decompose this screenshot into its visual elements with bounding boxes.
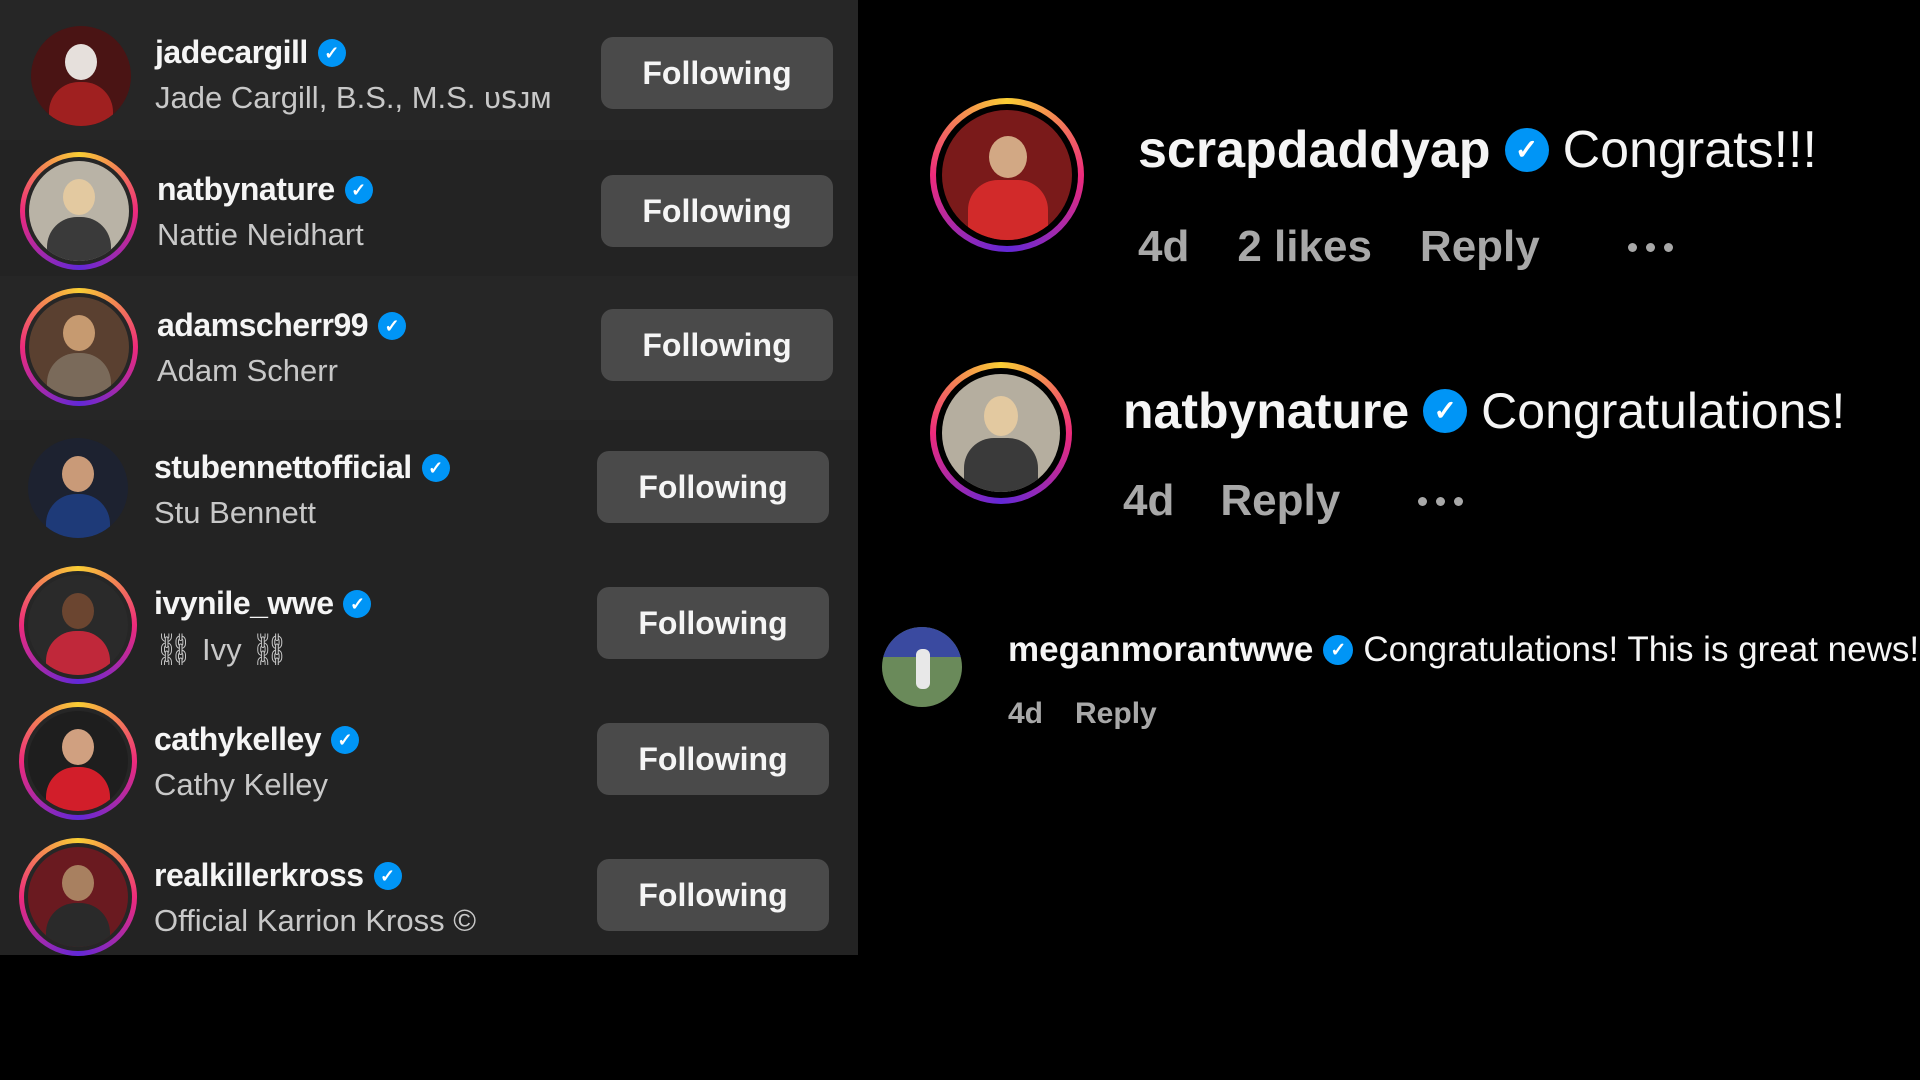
comment-age: 4d [1008, 697, 1044, 730]
account-full-name: Nattie Neidhart [157, 217, 364, 252]
avatar[interactable] [19, 429, 137, 547]
following-button[interactable]: Following [597, 723, 829, 795]
comment-age: 4d [1138, 222, 1190, 271]
list-item[interactable]: stubennettofficial ✓ Stu Bennett Followi… [0, 420, 858, 556]
avatar[interactable] [19, 702, 137, 820]
avatar[interactable] [930, 98, 1084, 252]
verified-badge-icon: ✓ [343, 589, 372, 618]
comment-handle[interactable]: scrapdaddyap [1138, 120, 1491, 180]
account-full-name: ⛓ Ivy ⛓ [154, 632, 290, 667]
verified-badge-icon: ✓ [1323, 635, 1354, 665]
more-options-icon[interactable] [1418, 496, 1464, 506]
avatar[interactable] [19, 566, 137, 684]
verified-badge-icon: ✓ [421, 453, 450, 482]
verified-badge-icon: ✓ [344, 175, 373, 204]
comment-age: 4d [1123, 476, 1175, 525]
following-button[interactable]: Following [601, 37, 833, 109]
comment-text: Congratulations! This is great news! [1363, 630, 1920, 669]
avatar[interactable] [20, 152, 138, 270]
avatar[interactable] [19, 838, 137, 956]
following-button[interactable]: Following [597, 859, 829, 931]
comment-handle[interactable]: meganmorantwwe [1008, 630, 1313, 670]
avatar[interactable] [930, 362, 1072, 504]
account-handle[interactable]: stubennettofficial [154, 449, 412, 486]
comment-handle[interactable]: natbynature [1123, 382, 1409, 440]
verified-badge-icon: ✓ [378, 311, 407, 340]
verified-badge-icon: ✓ [1423, 389, 1468, 433]
account-handle[interactable]: cathykelley [154, 721, 322, 758]
account-full-name: Jade Cargill, B.S., M.S. ᴜꜱᴊᴍ [155, 80, 552, 115]
account-full-name: Official Karrion Kross © [154, 903, 477, 938]
account-handle[interactable]: jadecargill [155, 34, 308, 71]
list-item[interactable]: ivynile_wwe ✓ ⛓ Ivy ⛓ Following [0, 556, 858, 692]
reply-button[interactable]: Reply [1420, 222, 1540, 272]
avatar[interactable] [20, 288, 138, 406]
following-button[interactable]: Following [597, 587, 829, 659]
list-item[interactable]: cathykelley ✓ Cathy Kelley Following [0, 692, 858, 828]
account-handle[interactable]: realkillerkross [154, 857, 364, 894]
account-handle[interactable]: ivynile_wwe [154, 585, 334, 622]
account-full-name: Cathy Kelley [154, 767, 329, 802]
list-item[interactable]: realkillerkross ✓ Official Karrion Kross… [0, 828, 858, 956]
avatar[interactable] [22, 17, 140, 135]
reply-button[interactable]: Reply [1075, 697, 1157, 731]
avatar[interactable] [882, 627, 962, 707]
verified-badge-icon: ✓ [331, 725, 360, 754]
account-handle[interactable]: adamscherr99 [157, 307, 369, 344]
comment-likes[interactable]: 2 likes [1237, 222, 1372, 272]
list-item[interactable]: jadecargill ✓ Jade Cargill, B.S., M.S. ᴜ… [0, 4, 858, 140]
following-button[interactable]: Following [597, 451, 829, 523]
more-options-icon[interactable] [1627, 242, 1673, 252]
comment-text: Congrats!!! [1562, 121, 1817, 179]
verified-badge-icon: ✓ [317, 38, 346, 67]
comment-text: Congratulations! [1481, 383, 1846, 439]
account-full-name: Stu Bennett [154, 495, 317, 530]
following-button[interactable]: Following [601, 309, 833, 381]
list-item[interactable]: natbynature ✓ Nattie Neidhart Following [0, 140, 858, 276]
account-handle[interactable]: natbynature [157, 171, 335, 208]
reply-button[interactable]: Reply [1220, 476, 1340, 526]
list-item[interactable]: adamscherr99 ✓ Adam Scherr Following [0, 278, 858, 414]
verified-badge-icon: ✓ [373, 861, 402, 890]
verified-badge-icon: ✓ [1504, 128, 1549, 172]
following-button[interactable]: Following [601, 175, 833, 247]
account-full-name: Adam Scherr [157, 353, 338, 388]
following-list-panel: jadecargill ✓ Jade Cargill, B.S., M.S. ᴜ… [0, 0, 858, 956]
